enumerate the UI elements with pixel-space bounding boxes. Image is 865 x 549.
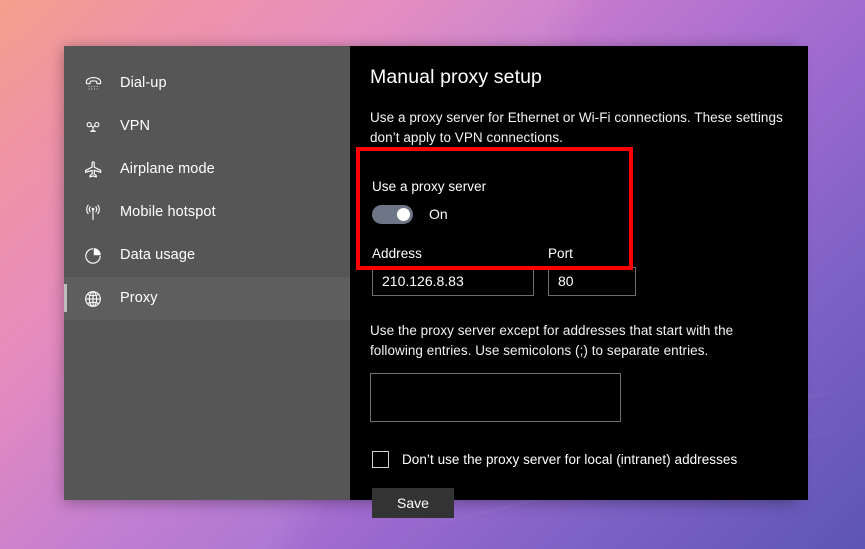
- desktop-wallpaper: Dial-up VPN Airplane mode Mobile hotspot…: [0, 0, 865, 549]
- sidebar-item-mobile-hotspot[interactable]: Mobile hotspot: [64, 191, 350, 234]
- sidebar-item-label: Data usage: [120, 247, 196, 264]
- port-field-group: Port: [548, 246, 636, 296]
- sidebar-item-label: Proxy: [120, 290, 158, 307]
- address-label: Address: [372, 245, 422, 261]
- telephone-icon: [80, 71, 106, 97]
- local-bypass-label: Don’t use the proxy server for local (in…: [402, 451, 738, 467]
- use-proxy-server-section: Use a proxy server On: [370, 179, 786, 224]
- save-button[interactable]: Save: [372, 487, 454, 518]
- sidebar-item-label: Dial-up: [120, 75, 167, 92]
- sidebar-item-label: Airplane mode: [120, 161, 215, 178]
- use-proxy-server-toggle-row: On: [372, 204, 786, 224]
- settings-sidebar: Dial-up VPN Airplane mode Mobile hotspot…: [64, 46, 350, 500]
- page-title: Manual proxy setup: [370, 66, 542, 88]
- port-label: Port: [548, 245, 573, 261]
- sidebar-item-data-usage[interactable]: Data usage: [64, 234, 350, 277]
- use-proxy-server-toggle[interactable]: [372, 204, 413, 224]
- sidebar-item-label: VPN: [120, 118, 151, 135]
- proxy-description: Use a proxy server for Ethernet or Wi-Fi…: [370, 110, 783, 145]
- local-bypass-checkbox[interactable]: [372, 450, 389, 468]
- port-input[interactable]: [548, 266, 636, 296]
- address-field-group: Address: [372, 246, 534, 296]
- sidebar-item-dial-up[interactable]: Dial-up: [64, 62, 350, 105]
- use-proxy-server-label: Use a proxy server: [372, 178, 487, 194]
- toggle-state-label: On: [429, 206, 448, 223]
- exceptions-description: Use the proxy server except for addresse…: [370, 322, 734, 358]
- sidebar-item-proxy[interactable]: Proxy: [64, 277, 350, 320]
- sidebar-item-vpn[interactable]: VPN: [64, 105, 350, 148]
- local-bypass-row[interactable]: Don’t use the proxy server for local (in…: [370, 450, 786, 468]
- settings-window: Dial-up VPN Airplane mode Mobile hotspot…: [64, 46, 808, 518]
- address-port-row: Address Port: [370, 246, 786, 296]
- globe-icon: [80, 286, 106, 312]
- airplane-icon: [80, 157, 106, 183]
- sidebar-item-label: Mobile hotspot: [120, 204, 216, 221]
- toggle-knob: [397, 207, 410, 221]
- manual-proxy-setup-panel: Manual proxy setup Use a proxy server fo…: [350, 46, 808, 518]
- vpn-icon: [80, 114, 106, 140]
- pie-chart-icon: [80, 243, 106, 269]
- sidebar-item-airplane-mode[interactable]: Airplane mode: [64, 148, 350, 191]
- hotspot-icon: [80, 200, 106, 226]
- address-input[interactable]: [372, 266, 534, 296]
- exceptions-input[interactable]: [370, 372, 621, 422]
